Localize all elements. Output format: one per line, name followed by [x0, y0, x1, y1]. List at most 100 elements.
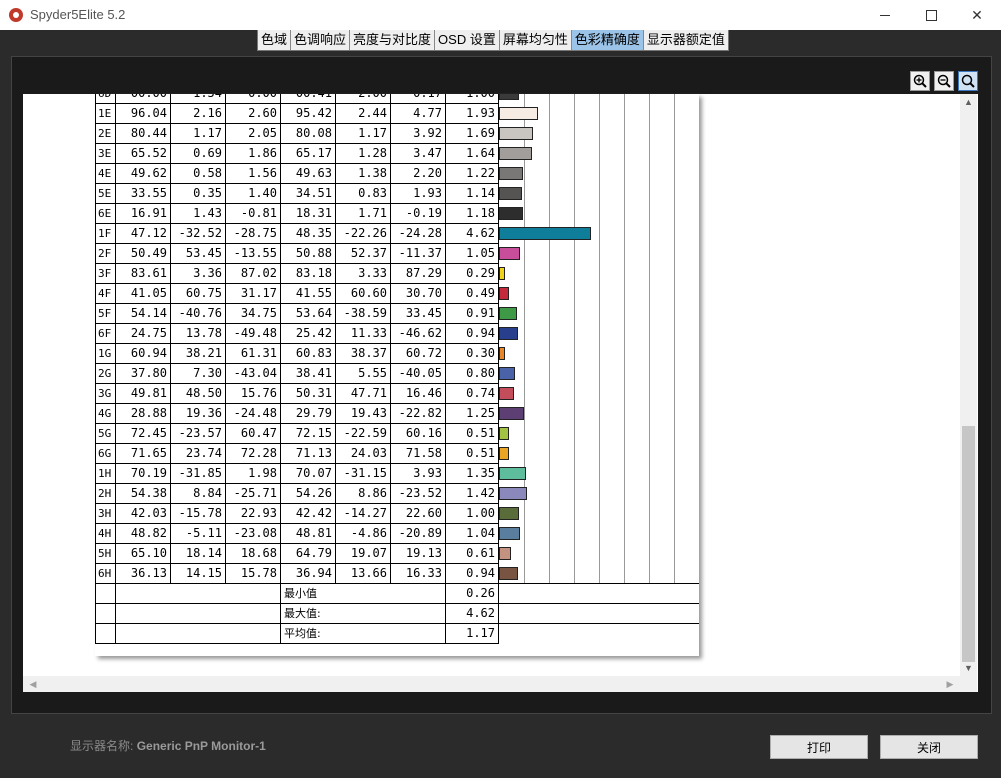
grid-line [599, 303, 600, 324]
lab-value: 13.66 [335, 563, 391, 584]
grid-line [649, 223, 650, 244]
tab-0[interactable]: 色域 [258, 30, 292, 50]
lab-value: 60.72 [390, 343, 446, 364]
patch-id: 3G [95, 383, 116, 404]
bar-cell [498, 143, 699, 164]
grid-line [674, 94, 675, 104]
tab-5[interactable]: 色彩精确度 [571, 30, 644, 50]
lab-value: 28.88 [115, 403, 171, 424]
scroll-down-icon[interactable]: ▼ [960, 660, 977, 676]
grid-line [649, 123, 650, 144]
zoom-out-button[interactable] [934, 71, 954, 91]
lab-value: 3.47 [390, 143, 446, 164]
delta-e-value: 0.51 [445, 423, 499, 444]
vertical-scrollbar[interactable]: ▲ ▼ [960, 94, 977, 676]
bar-cell [498, 323, 699, 344]
lab-value: -38.59 [335, 303, 391, 324]
lab-value: 19.13 [390, 543, 446, 564]
tab-2[interactable]: 亮度与对比度 [350, 30, 436, 50]
patch-id: 6D [95, 94, 116, 104]
lab-value: 96.04 [115, 103, 171, 124]
zoom-fit-button[interactable] [958, 71, 978, 91]
lab-value: -23.08 [225, 523, 281, 544]
minimize-icon [880, 14, 890, 16]
grid-line [649, 343, 650, 364]
close-button[interactable]: 关闭 [880, 735, 978, 759]
patch-id: 6G [95, 443, 116, 464]
scroll-up-icon[interactable]: ▲ [960, 94, 977, 110]
horizontal-scrollbar[interactable]: ◀ ▶ [23, 676, 960, 692]
grid-line [574, 283, 575, 304]
lab-value: 29.79 [280, 403, 336, 424]
bar-cell [498, 503, 699, 524]
grid-line [574, 523, 575, 544]
lab-value: 2.00 [335, 94, 391, 104]
close-window-button[interactable]: ✕ [954, 0, 1000, 30]
grid-line [649, 443, 650, 464]
lab-value: 48.81 [280, 523, 336, 544]
lab-value: 60.83 [280, 343, 336, 364]
lab-value: -4.86 [335, 523, 391, 544]
lab-value: 0.58 [170, 163, 226, 184]
tab-4[interactable]: 屏幕均匀性 [499, 30, 572, 50]
scrollbar-thumb[interactable] [962, 426, 975, 662]
grid-line [649, 163, 650, 184]
summary-label: 平均值: [280, 623, 446, 644]
minimize-button[interactable] [862, 0, 908, 30]
grid-line [549, 163, 550, 184]
lab-value: -11.37 [390, 243, 446, 264]
grid-line [624, 363, 625, 384]
grid-line [624, 443, 625, 464]
delta-e-bar [499, 326, 518, 340]
maximize-button[interactable] [908, 0, 954, 30]
bar-cell [498, 303, 699, 324]
zoom-in-button[interactable] [910, 71, 930, 91]
grid-line [574, 503, 575, 524]
grid-line [549, 283, 550, 304]
patch-id: 1F [95, 223, 116, 244]
tab-6[interactable]: 显示器额定值 [643, 30, 728, 50]
delta-e-value: 1.69 [445, 123, 499, 144]
grid-line [574, 563, 575, 583]
bar-cell [498, 183, 699, 204]
tab-1[interactable]: 色调响应 [291, 30, 351, 50]
summary-empty [95, 603, 116, 624]
table-row: 5F 54.14 -40.76 34.75 53.64 -38.59 33.45 0.91 [95, 303, 699, 324]
grid-line [624, 463, 625, 484]
grid-line [549, 543, 550, 564]
grid-line [549, 323, 550, 344]
lab-value: 1.54 [170, 94, 226, 104]
lab-value: 19.07 [335, 543, 391, 564]
report-viewer[interactable]: 6D00.001.540.0000.412.000.171.001E96.042… [23, 94, 978, 692]
lab-value: 54.38 [115, 483, 171, 504]
summary-bar-cell [498, 623, 699, 644]
lab-value: 1.93 [390, 183, 446, 204]
print-button[interactable]: 打印 [770, 735, 868, 759]
grid-line [649, 563, 650, 583]
scroll-left-icon[interactable]: ◀ [25, 676, 41, 692]
table-row: 4F 41.05 60.75 31.17 41.55 60.60 30.70 0.49 [95, 283, 699, 304]
lab-value: 36.13 [115, 563, 171, 584]
grid-line [549, 143, 550, 164]
tab-3[interactable]: OSD 设置 [435, 30, 500, 50]
delta-e-bar [499, 266, 505, 280]
lab-value: -14.27 [335, 503, 391, 524]
grid-line [649, 503, 650, 524]
grid-line [549, 483, 550, 504]
grid-line [599, 94, 600, 104]
lab-value: 1.71 [335, 203, 391, 224]
summary-row: 平均值: 1.17 [95, 623, 699, 644]
grid-line [674, 343, 675, 364]
delta-e-value: 1.00 [445, 94, 499, 104]
grid-line [649, 243, 650, 264]
maximize-icon [925, 9, 937, 21]
grid-line [574, 123, 575, 144]
grid-line [624, 343, 625, 364]
patch-id: 3E [95, 143, 116, 164]
close-icon: ✕ [971, 6, 983, 23]
scroll-right-icon[interactable]: ▶ [942, 676, 958, 692]
lab-value: 3.92 [390, 123, 446, 144]
lab-value: 80.44 [115, 123, 171, 144]
lab-value: -23.57 [170, 423, 226, 444]
grid-line [549, 263, 550, 284]
